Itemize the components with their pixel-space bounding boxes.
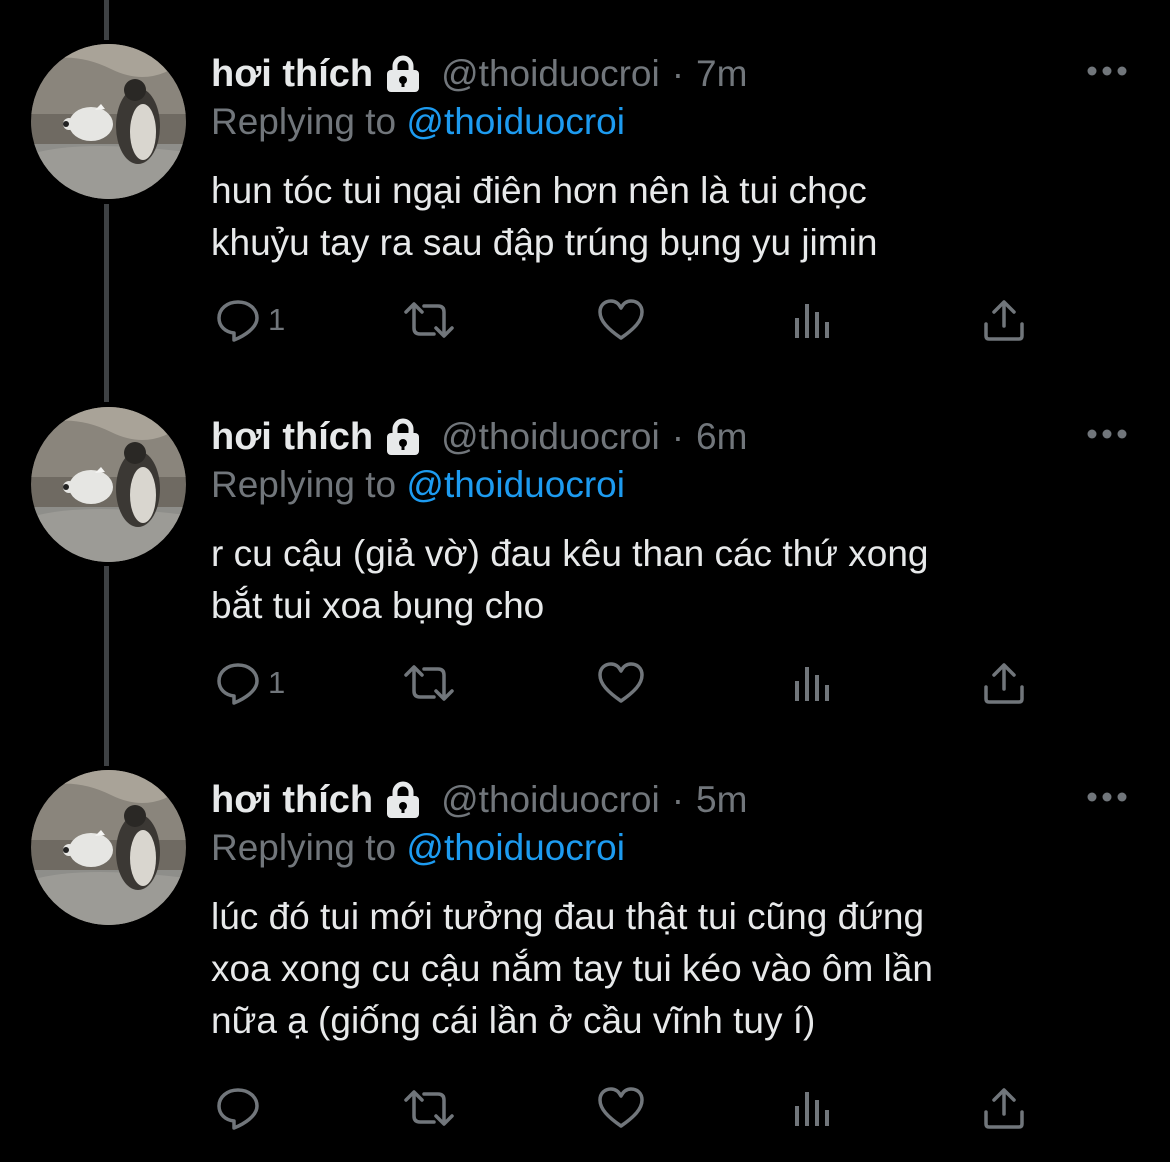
analytics-icon xyxy=(795,304,829,338)
replying-prefix: Replying to xyxy=(211,101,397,142)
reply-icon xyxy=(217,300,259,342)
display-name[interactable]: hơi thích xyxy=(211,416,373,459)
analytics-icon xyxy=(795,667,829,701)
tweet-text-line: lúc đó tui mới tưởng đau thật tui cũng đ… xyxy=(211,896,925,937)
timestamp[interactable]: 6m xyxy=(696,416,747,458)
tweet-header: hơi thích @thoiduocroi · 6m xyxy=(211,413,747,461)
retweet-icon xyxy=(404,665,454,701)
tweet[interactable]: hơi thích @thoiduocroi · 5m Replying to … xyxy=(0,726,1170,1162)
tweet-actions xyxy=(0,1078,1170,1138)
tweet-actions: 1 xyxy=(0,290,1170,350)
replying-prefix: Replying to xyxy=(211,827,397,868)
tweet-text: lúc đó tui mới tưởng đau thật tui cũng đ… xyxy=(211,891,1131,1047)
share-icon xyxy=(984,663,1024,704)
timestamp[interactable]: 5m xyxy=(696,779,747,821)
penguin-avatar-image xyxy=(31,407,186,562)
tweet-text-line: nữa ạ (giống cái lần ở cầu vĩnh tuy í) xyxy=(211,1000,816,1041)
replying-to: Replying to @thoiduocroi xyxy=(211,827,625,869)
heart-icon xyxy=(598,1087,644,1128)
share-button[interactable] xyxy=(980,1078,1028,1138)
display-name[interactable]: hơi thích xyxy=(211,779,373,822)
user-handle[interactable]: @thoiduocroi xyxy=(441,779,660,821)
reply-button[interactable]: 1 xyxy=(214,653,285,713)
separator-dot: · xyxy=(671,416,685,457)
like-button[interactable] xyxy=(596,1078,646,1138)
avatar[interactable] xyxy=(31,770,186,925)
tweet-text-line: hun tóc tui ngại điên hơn nên là tui chọ… xyxy=(211,170,867,211)
lock-icon xyxy=(383,780,423,820)
tweet-text-line: khuỷu tay ra sau đập trúng bụng yu jimin xyxy=(211,222,878,263)
tweet[interactable]: hơi thích @thoiduocroi · 6m Replying to … xyxy=(0,363,1170,726)
user-handle[interactable]: @thoiduocroi xyxy=(441,416,660,458)
replying-to: Replying to @thoiduocroi xyxy=(211,464,625,506)
tweet-header: hơi thích @thoiduocroi · 7m xyxy=(211,50,747,98)
display-name[interactable]: hơi thích xyxy=(211,53,373,96)
tweet-text: r cu cậu (giả vờ) đau kêu than các thứ x… xyxy=(211,528,1131,632)
tweet-header: hơi thích @thoiduocroi · 5m xyxy=(211,776,747,824)
mention-link[interactable]: @thoiduocroi xyxy=(406,827,625,868)
tweet-text-line: r cu cậu (giả vờ) đau kêu than các thứ x… xyxy=(211,533,929,574)
mention-link[interactable]: @thoiduocroi xyxy=(406,464,625,505)
share-icon xyxy=(984,300,1024,341)
reply-icon xyxy=(217,1088,259,1130)
user-handle[interactable]: @thoiduocroi xyxy=(441,53,660,95)
reply-count: 1 xyxy=(268,302,286,337)
like-button[interactable] xyxy=(596,290,646,350)
tweet-text-line: xoa xong cu cậu nắm tay tui kéo vào ôm l… xyxy=(211,948,933,989)
analytics-button[interactable] xyxy=(790,290,836,350)
share-icon xyxy=(984,1088,1024,1129)
reply-count: 1 xyxy=(268,665,286,700)
retweet-button[interactable] xyxy=(400,1078,458,1138)
tweet-text: hun tóc tui ngại điên hơn nên là tui chọ… xyxy=(211,165,1131,269)
avatar[interactable] xyxy=(31,44,186,199)
share-button[interactable] xyxy=(980,290,1028,350)
tweet[interactable]: hơi thích @thoiduocroi · 7m Replying to … xyxy=(0,0,1170,363)
separator-dot: · xyxy=(671,53,685,94)
separator-dot: · xyxy=(671,779,685,820)
more-dots-icon[interactable] xyxy=(1086,427,1128,439)
analytics-icon xyxy=(795,1092,829,1126)
lock-icon xyxy=(383,54,423,94)
penguin-avatar-image xyxy=(31,44,186,199)
retweet-icon xyxy=(404,1090,454,1126)
mention-link[interactable]: @thoiduocroi xyxy=(406,101,625,142)
more-dots-icon[interactable] xyxy=(1086,790,1128,802)
like-button[interactable] xyxy=(596,653,646,713)
penguin-avatar-image xyxy=(31,770,186,925)
heart-icon xyxy=(598,299,644,340)
replying-prefix: Replying to xyxy=(211,464,397,505)
analytics-button[interactable] xyxy=(790,653,836,713)
heart-icon xyxy=(598,662,644,703)
tweet-actions: 1 xyxy=(0,653,1170,713)
analytics-button[interactable] xyxy=(790,1078,836,1138)
more-dots-icon[interactable] xyxy=(1086,64,1128,76)
lock-icon xyxy=(383,417,423,457)
reply-button[interactable] xyxy=(214,1078,268,1138)
retweet-button[interactable] xyxy=(400,653,458,713)
retweet-icon xyxy=(404,302,454,338)
retweet-button[interactable] xyxy=(400,290,458,350)
avatar[interactable] xyxy=(31,407,186,562)
tweet-text-line: bắt tui xoa bụng cho xyxy=(211,585,545,626)
share-button[interactable] xyxy=(980,653,1028,713)
reply-icon xyxy=(217,663,259,705)
replying-to: Replying to @thoiduocroi xyxy=(211,101,625,143)
timestamp[interactable]: 7m xyxy=(696,53,747,95)
reply-button[interactable]: 1 xyxy=(214,290,285,350)
